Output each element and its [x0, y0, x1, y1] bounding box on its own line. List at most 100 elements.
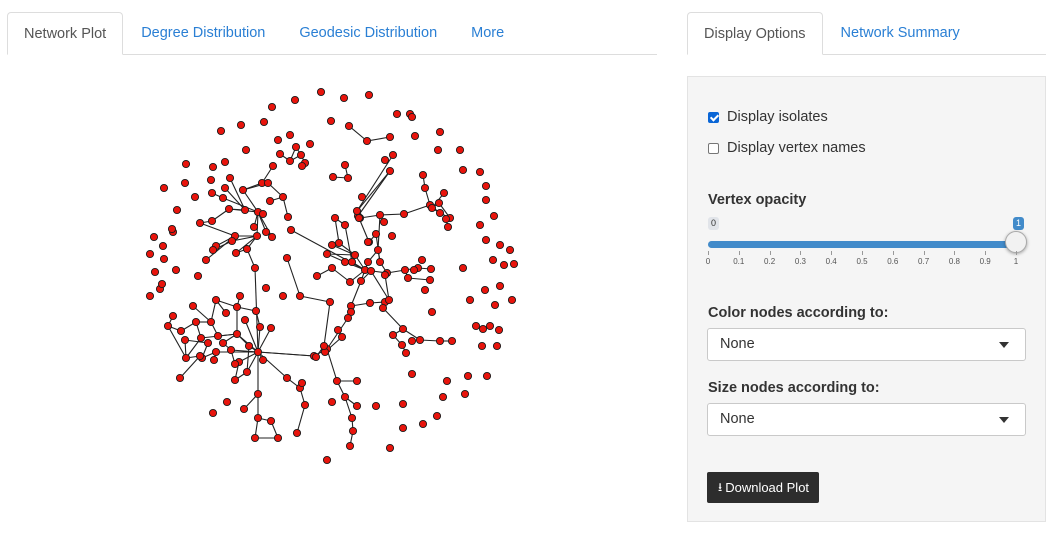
network-vertex: [420, 183, 430, 193]
network-vertex: [407, 369, 417, 379]
network-vertex: [340, 257, 350, 267]
network-vertex: [388, 150, 398, 160]
download-plot-button[interactable]: ⭳ Download Plot: [707, 472, 820, 503]
display-vertex-names-option[interactable]: Display vertex names: [708, 140, 866, 156]
network-vertex: [375, 210, 385, 220]
network-vertex: [482, 371, 492, 381]
network-vertex: [339, 93, 349, 103]
display-isolates-option[interactable]: Display isolates: [708, 109, 828, 125]
tab-network-summary[interactable]: Network Summary: [825, 12, 976, 54]
network-vertex: [244, 341, 254, 351]
network-vertex: [439, 188, 449, 198]
network-vertex: [267, 102, 277, 112]
network-edge: [323, 301, 331, 347]
network-vertex: [432, 411, 442, 421]
network-vertex: [268, 161, 278, 171]
tab-degree-distribution[interactable]: Degree Distribution: [125, 12, 281, 54]
network-edge: [382, 307, 404, 330]
slider-tick-label: 0.8: [948, 257, 960, 266]
network-vertex: [495, 281, 505, 291]
network-edge: [257, 351, 315, 357]
network-vertex: [195, 351, 205, 361]
network-vertex: [330, 213, 340, 223]
display-vertex-names-label: Display vertex names: [727, 140, 866, 156]
network-vertex: [363, 257, 373, 267]
network-vertex: [218, 193, 228, 203]
slider-value-label: 1: [1012, 217, 1024, 230]
slider-tick: [954, 251, 956, 255]
network-vertex: [265, 196, 275, 206]
network-edge: [296, 404, 306, 434]
slider-tick: [862, 251, 863, 255]
slider-track[interactable]: [708, 241, 1016, 248]
slider-fill: [708, 241, 1016, 248]
slider-handle[interactable]: [1005, 231, 1027, 253]
network-vertex: [507, 295, 517, 305]
display-options-panel: Display isolates Display vertex names Ve…: [687, 76, 1046, 522]
display-vertex-names-checkbox[interactable]: [708, 142, 719, 154]
size-nodes-select[interactable]: None: [707, 403, 1026, 436]
network-vertex: [488, 255, 498, 265]
network-vertex: [435, 127, 445, 137]
network-vertex: [285, 156, 295, 166]
tab-geodesic-distribution[interactable]: Geodesic Distribution: [283, 12, 453, 54]
network-vertex: [239, 404, 249, 414]
tab-network-plot[interactable]: Network Plot: [7, 12, 124, 55]
network-vertex: [282, 373, 292, 383]
network-vertex: [427, 203, 437, 213]
network-vertex: [441, 214, 451, 224]
network-vertex: [295, 291, 305, 301]
network-vertex: [481, 195, 491, 205]
network-vertex: [283, 212, 293, 222]
network-vertex: [434, 198, 444, 208]
network-vertex: [222, 397, 232, 407]
network-vertex: [438, 392, 448, 402]
network-vertex: [230, 375, 240, 385]
network-vertex: [278, 291, 288, 301]
size-nodes-label: Size nodes according to:: [708, 380, 880, 396]
network-edges: [167, 125, 452, 447]
vertex-opacity-slider[interactable]: 0 1 0 0.1 0.2 0.3 0.4 0.5 0.6 0.7 0.8 0.9 1: [705, 217, 1027, 277]
slider-tick-label: 0: [705, 257, 711, 266]
network-vertex: [447, 336, 457, 346]
network-vertex: [347, 413, 357, 423]
network-vertex: [387, 231, 397, 241]
network-vertex: [334, 238, 344, 248]
display-isolates-checkbox[interactable]: [708, 111, 719, 123]
network-vertex: [401, 348, 411, 358]
network-vertex: [297, 161, 307, 171]
network-vertex: [442, 376, 452, 386]
network-vertex: [380, 155, 390, 165]
network-vertex: [206, 175, 216, 185]
network-vertex: [196, 333, 206, 343]
network-vertex: [168, 311, 178, 321]
tab-display-options[interactable]: Display Options: [687, 12, 823, 55]
network-vertex: [388, 330, 398, 340]
network-vertex: [206, 317, 216, 327]
network-vertex: [232, 329, 242, 339]
slider-tick-label: 0.9: [979, 257, 991, 266]
network-vertex: [380, 270, 390, 280]
network-vertex: [340, 160, 350, 170]
network-vertex: [259, 117, 269, 127]
network-vertex: [236, 120, 246, 130]
network-vertex: [509, 259, 519, 269]
network-vertex: [159, 183, 169, 193]
network-vertex: [371, 401, 381, 411]
network-vertex: [325, 297, 335, 307]
network-vertex: [458, 263, 468, 273]
network-vertex: [460, 389, 470, 399]
network-vertex: [193, 271, 203, 281]
network-plot: [145, 87, 519, 465]
network-vertex: [403, 273, 413, 283]
color-nodes-select[interactable]: None: [707, 328, 1026, 361]
chevron-down-icon: [999, 417, 1009, 423]
network-vertex: [316, 87, 326, 97]
network-vertex: [253, 347, 263, 357]
network-edge: [356, 154, 394, 212]
slider-tick-label: 1: [1013, 257, 1019, 266]
network-vertex: [180, 335, 190, 345]
size-nodes-value: None: [720, 411, 755, 427]
network-vertex: [266, 416, 276, 426]
tab-more[interactable]: More: [455, 12, 520, 54]
